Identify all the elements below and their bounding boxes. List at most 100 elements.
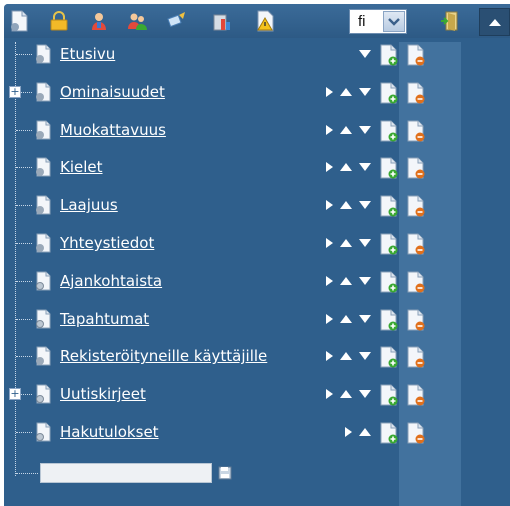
add-subpage-icon[interactable] (379, 309, 399, 331)
collapse-icon (488, 19, 501, 26)
tree-connector (16, 318, 32, 320)
add-subpage-icon[interactable] (379, 195, 399, 217)
indent-arrow-icon[interactable] (326, 124, 333, 135)
move-up-arrow-icon[interactable] (340, 125, 352, 134)
page-link[interactable]: Tapahtumat (60, 310, 149, 328)
page-link[interactable]: Ominaisuudet (60, 83, 165, 101)
indent-arrow-icon[interactable] (326, 351, 333, 362)
move-up-arrow-icon[interactable] (340, 201, 352, 210)
delete-page-icon[interactable] (406, 120, 426, 142)
add-subpage-icon[interactable] (379, 233, 399, 255)
indent-arrow-icon[interactable] (326, 86, 333, 97)
indent-arrow-icon[interactable] (326, 200, 333, 211)
chevron-down-icon[interactable] (383, 11, 405, 32)
move-up-arrow-icon[interactable] (340, 276, 352, 285)
user-icon[interactable] (88, 10, 110, 32)
expand-icon[interactable]: + (9, 388, 21, 401)
move-up-arrow-icon[interactable] (359, 428, 371, 436)
indent-arrow-icon[interactable] (326, 275, 333, 286)
page-link[interactable]: Hakutulokset (60, 423, 159, 441)
tree-row: Muokattavuus (4, 118, 426, 142)
delete-page-icon[interactable] (406, 233, 426, 255)
new-page-icon[interactable] (8, 10, 30, 32)
indent-arrow-icon[interactable] (326, 313, 333, 324)
collapse-button[interactable] (479, 8, 510, 36)
page-link[interactable]: Yhteystiedot (60, 234, 154, 252)
tree-connector (16, 167, 32, 169)
tree-row: Hakutulokset (4, 420, 426, 444)
add-subpage-icon[interactable] (379, 157, 399, 179)
page-link[interactable]: Kielet (60, 158, 103, 176)
move-down-arrow-icon[interactable] (359, 125, 371, 134)
move-down-arrow-icon[interactable] (359, 276, 371, 285)
tree-row: Etusivu (4, 42, 426, 66)
move-down-arrow-icon[interactable] (359, 239, 371, 247)
page-link[interactable]: Ajankohtaista (60, 272, 162, 290)
delete-page-icon[interactable] (406, 44, 426, 66)
move-down-arrow-icon[interactable] (359, 87, 371, 96)
page-icon (33, 82, 53, 102)
page-icon (33, 195, 53, 215)
expand-icon[interactable]: + (9, 85, 21, 98)
users-icon[interactable] (126, 10, 148, 32)
new-page-input[interactable] (40, 463, 212, 483)
move-down-arrow-icon[interactable] (359, 50, 371, 58)
lock-icon[interactable] (48, 10, 70, 32)
warning-icon[interactable] (254, 10, 276, 32)
page-icon (33, 120, 53, 140)
indent-arrow-icon[interactable] (326, 238, 333, 248)
move-down-arrow-icon[interactable] (359, 201, 371, 210)
page-icon (33, 157, 53, 177)
tree-connector (16, 280, 32, 282)
indent-arrow-icon[interactable] (326, 389, 333, 400)
indent-arrow-icon[interactable] (345, 427, 352, 437)
move-down-arrow-icon[interactable] (359, 352, 371, 361)
delete-page-icon[interactable] (406, 195, 426, 217)
add-subpage-icon[interactable] (379, 384, 399, 406)
page-link[interactable]: Etusivu (60, 45, 115, 63)
page-link[interactable]: Rekisteröityneille käyttäjille (60, 347, 267, 365)
move-down-arrow-icon[interactable] (359, 314, 371, 323)
move-down-arrow-icon[interactable] (359, 390, 371, 399)
admin-toolbar: fi (4, 4, 510, 38)
brush-icon[interactable] (166, 10, 188, 32)
move-up-arrow-icon[interactable] (340, 390, 352, 399)
exit-icon[interactable] (440, 10, 462, 32)
add-subpage-icon[interactable] (379, 346, 399, 368)
stats-icon[interactable] (211, 10, 233, 32)
delete-page-icon[interactable] (406, 82, 426, 104)
tree-guide-line-end (16, 473, 38, 474)
page-link[interactable]: Muokattavuus (60, 121, 166, 139)
tree-connector (16, 432, 32, 433)
tree-connector (16, 54, 32, 55)
delete-page-icon[interactable] (406, 271, 426, 293)
add-subpage-icon[interactable] (379, 120, 399, 142)
move-up-arrow-icon[interactable] (340, 314, 352, 323)
language-select-value: fi (358, 13, 366, 30)
delete-page-icon[interactable] (406, 346, 426, 368)
add-subpage-icon[interactable] (379, 271, 399, 293)
page-icon (33, 271, 53, 291)
tree-connector (16, 356, 32, 358)
move-up-arrow-icon[interactable] (340, 87, 352, 96)
delete-page-icon[interactable] (406, 384, 426, 406)
language-select[interactable]: fi (349, 9, 407, 34)
add-subpage-icon[interactable] (379, 422, 399, 444)
delete-page-icon[interactable] (406, 422, 426, 444)
move-up-arrow-icon[interactable] (340, 163, 352, 172)
delete-page-icon[interactable] (406, 157, 426, 179)
add-subpage-icon[interactable] (379, 44, 399, 66)
page-link[interactable]: Uutiskirjeet (60, 385, 146, 403)
tree-row: Kielet (4, 155, 426, 179)
save-icon[interactable] (218, 465, 232, 480)
move-up-arrow-icon[interactable] (340, 352, 352, 361)
tree-connector (16, 205, 32, 207)
page-icon (33, 384, 53, 404)
delete-page-icon[interactable] (406, 309, 426, 331)
indent-arrow-icon[interactable] (326, 162, 333, 173)
page-link[interactable]: Laajuus (60, 196, 118, 214)
add-subpage-icon[interactable] (379, 82, 399, 104)
move-up-arrow-icon[interactable] (340, 239, 352, 247)
page-icon (33, 422, 53, 442)
move-down-arrow-icon[interactable] (359, 163, 371, 172)
